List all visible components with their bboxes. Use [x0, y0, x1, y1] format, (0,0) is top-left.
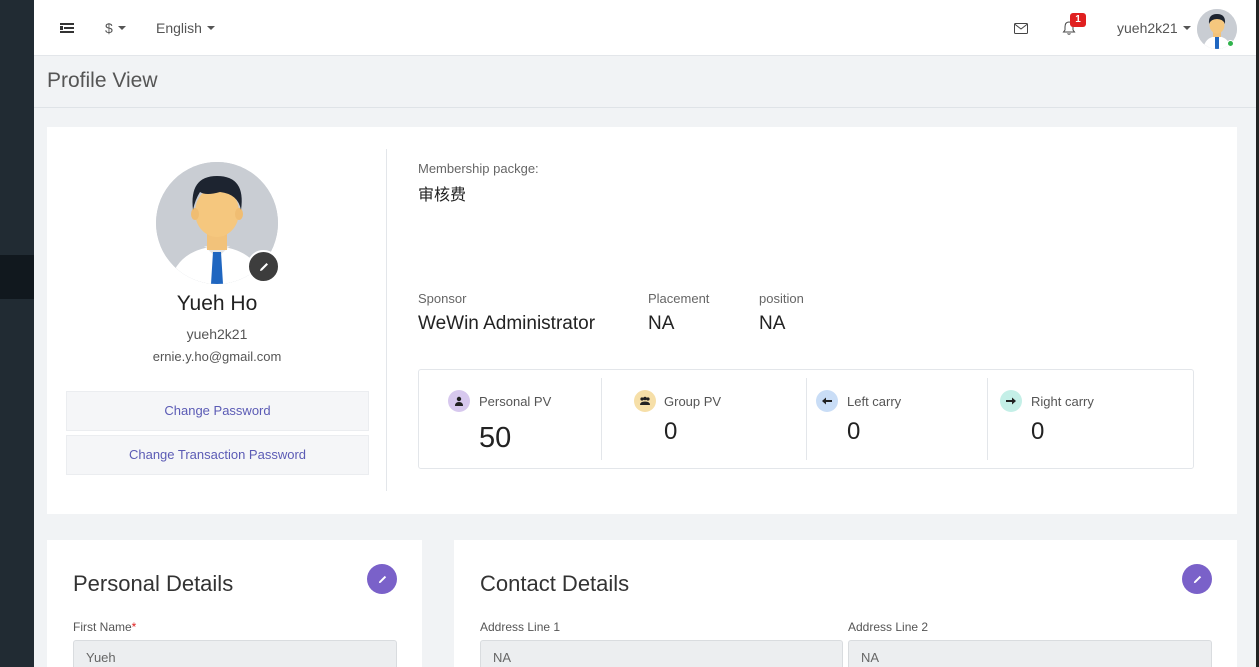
- first-name-field[interactable]: Yueh: [73, 640, 397, 667]
- edit-contact-details-button[interactable]: [1182, 564, 1212, 594]
- position-value: NA: [759, 313, 786, 334]
- menu-toggle-button[interactable]: [60, 0, 74, 56]
- profile-email: ernie.y.ho@gmail.com: [152, 349, 282, 364]
- placement-value: NA: [648, 313, 675, 334]
- stat-value: 0: [664, 418, 678, 445]
- menu-toggle-icon: [60, 23, 74, 33]
- language-label: English: [156, 20, 202, 36]
- currency-label: $: [105, 20, 113, 36]
- group-icon: [634, 390, 656, 412]
- first-name-label: First Name*: [73, 620, 136, 634]
- page-title: Profile View: [47, 69, 158, 92]
- arrow-right-icon: [1000, 390, 1022, 412]
- sidebar-active-marker: [0, 255, 34, 299]
- language-dropdown[interactable]: English: [156, 0, 215, 56]
- profile-card: Yueh Ho yueh2k21 ernie.y.ho@gmail.com Ch…: [47, 127, 1237, 514]
- stat-divider: [987, 378, 988, 460]
- stat-divider: [601, 378, 602, 460]
- profile-name: Yueh Ho: [176, 292, 258, 315]
- top-navbar: $ English yueh2k21: [34, 0, 1256, 56]
- stat-group-pv: Group PV 0: [622, 370, 807, 470]
- required-asterisk: *: [131, 620, 137, 634]
- personal-details-card: Personal Details First Name* Yueh: [47, 540, 422, 667]
- stat-label: Personal PV: [479, 394, 552, 409]
- notifications-button[interactable]: [1062, 0, 1076, 56]
- address-line-1-label: Address Line 1: [480, 620, 561, 634]
- currency-dropdown[interactable]: $: [105, 0, 126, 56]
- stat-label: Group PV: [664, 394, 722, 409]
- user-icon: [448, 390, 470, 412]
- notification-badge: 1: [1070, 13, 1086, 27]
- sponsor-label: Sponsor: [418, 291, 467, 306]
- profile-divider: [386, 149, 387, 491]
- chevron-down-icon: [1182, 26, 1191, 30]
- avatar-edit-button[interactable]: [247, 250, 280, 283]
- user-menu-label: yueh2k21: [1117, 20, 1178, 36]
- address-line-2-label: Address Line 2: [848, 620, 929, 634]
- pencil-icon: [1193, 575, 1201, 583]
- membership-value: 审核费: [418, 187, 467, 204]
- chevron-down-icon: [206, 26, 215, 30]
- stat-value: 50: [479, 422, 512, 454]
- address-line-2-field[interactable]: NA: [848, 640, 1212, 667]
- user-menu-dropdown[interactable]: yueh2k21: [1117, 0, 1191, 56]
- placement-label: Placement: [648, 291, 710, 306]
- position-label: position: [759, 291, 804, 306]
- online-status-indicator: [1227, 40, 1234, 47]
- change-password-button[interactable]: Change Password: [66, 391, 369, 431]
- profile-username: yueh2k21: [186, 326, 248, 342]
- stat-left-carry: Left carry 0: [805, 370, 988, 470]
- stat-personal-pv: Personal PV 50: [419, 370, 602, 470]
- stat-label: Left carry: [847, 394, 902, 409]
- page-header: Profile View: [34, 56, 1256, 108]
- stat-value: 0: [847, 418, 861, 445]
- contact-details-title: Contact Details: [480, 571, 630, 596]
- stat-label: Right carry: [1031, 394, 1094, 409]
- edit-personal-details-button[interactable]: [367, 564, 397, 594]
- messages-button[interactable]: [1014, 0, 1028, 56]
- membership-label: Membership packge:: [418, 161, 539, 176]
- first-name-label-text: First Name: [73, 620, 132, 634]
- sponsor-value: WeWin Administrator: [418, 313, 596, 334]
- sidebar: [0, 0, 34, 667]
- pencil-icon: [378, 575, 386, 583]
- personal-details-title: Personal Details: [73, 571, 234, 596]
- contact-details-card: Contact Details Address Line 1 NA Addres…: [454, 540, 1237, 667]
- stat-right-carry: Right carry 0: [989, 370, 1172, 470]
- pv-stats-panel: Personal PV 50 Group PV 0 Left carry 0 R…: [418, 369, 1194, 469]
- chevron-down-icon: [117, 26, 126, 30]
- pencil-icon: [259, 262, 268, 271]
- stat-value: 0: [1031, 418, 1045, 445]
- envelope-icon: [1014, 22, 1028, 34]
- change-transaction-password-button[interactable]: Change Transaction Password: [66, 435, 369, 475]
- arrow-left-icon: [816, 390, 838, 412]
- address-line-1-field[interactable]: NA: [480, 640, 843, 667]
